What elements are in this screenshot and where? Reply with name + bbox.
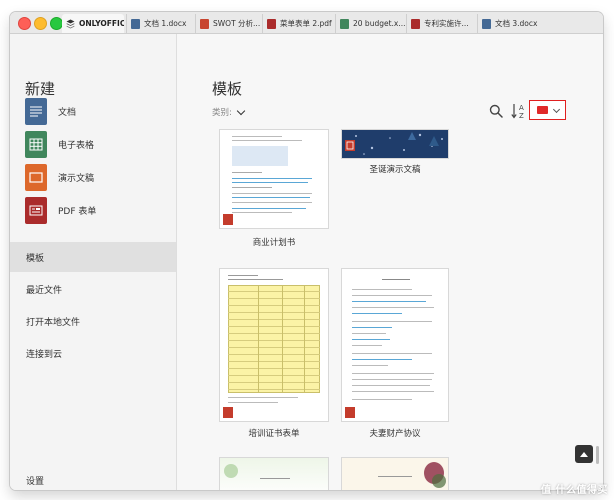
create-title: 新建 — [25, 80, 56, 98]
create-item-label: PDF 表单 — [58, 207, 97, 217]
tab-label: 文档 1.docx — [144, 19, 187, 28]
spreadsheet-icon — [25, 131, 47, 158]
page-title: 模板 — [212, 80, 243, 98]
scroll-to-top-button[interactable] — [575, 445, 593, 463]
document-icon — [482, 18, 491, 29]
sidebar-item-settings[interactable]: 设置 — [10, 470, 176, 490]
sidebar-item-label: 打开本地文件 — [26, 317, 81, 328]
create-spreadsheet-button[interactable]: 电子表格 — [25, 131, 94, 158]
tab-onlyoffice[interactable]: ONLYOFFICE — [62, 14, 124, 33]
tab-menu-form[interactable]: 菜单表单 2.pdf — [262, 14, 334, 33]
create-presentation-button[interactable]: 演示文稿 — [25, 164, 94, 191]
presentation-icon — [25, 164, 47, 191]
template-badge — [345, 407, 355, 418]
create-item-label: 文档 — [58, 108, 77, 118]
template-thumbnail-floral-invitation[interactable] — [342, 458, 448, 490]
template-thumbnail-business-plan[interactable] — [220, 130, 328, 228]
chevron-down-icon — [236, 106, 246, 115]
svg-text:A: A — [519, 104, 524, 112]
create-document-button[interactable]: 文档 — [25, 98, 76, 125]
app-window: ONLYOFFICE 文档 1.docx SWOT 分析... 菜单表单 2.p… — [10, 12, 603, 490]
pdf-icon — [267, 18, 276, 29]
document-icon — [131, 18, 140, 29]
template-label: 商业计划书 — [252, 238, 296, 248]
sidebar-item-open-local-file[interactable]: 打开本地文件 — [10, 306, 176, 336]
tab-document-1[interactable]: 文档 1.docx — [126, 14, 194, 33]
tab-label: SWOT 分析... — [213, 19, 261, 28]
close-window-button[interactable] — [18, 17, 31, 30]
sidebar-item-label: 最近文件 — [26, 285, 63, 296]
sidebar-item-templates[interactable]: 模板 — [10, 242, 176, 272]
create-pdf-form-button[interactable]: PDF 表单 — [25, 197, 96, 224]
template-thumbnail-floral-card[interactable] — [220, 458, 328, 490]
chevron-down-icon — [552, 105, 560, 113]
scrollbar-thumb[interactable] — [596, 446, 599, 464]
tab-budget[interactable]: 20 budget.x... — [335, 14, 405, 33]
category-label: 类别: — [212, 108, 232, 118]
sort-az-icon[interactable]: A Z — [511, 102, 527, 120]
pdf-form-icon — [25, 197, 47, 224]
document-icon — [25, 98, 47, 125]
template-label: 培训证书表单 — [248, 429, 300, 439]
watermark: 值 什么值得买 — [541, 485, 608, 496]
tab-label: 20 budget.x... — [353, 19, 405, 28]
category-dropdown[interactable]: 类别: — [212, 106, 246, 118]
onlyoffice-logo-icon — [66, 19, 75, 29]
arrow-up-icon — [580, 451, 588, 457]
sidebar: 新建 文档 电子表格 演示文稿 PDF 表单 模板 最近文件 打开本地文件 连接… — [10, 34, 177, 490]
tab-patent[interactable]: 专利实施许... — [406, 14, 476, 33]
template-badge — [223, 214, 233, 225]
create-item-label: 电子表格 — [58, 141, 95, 151]
sidebar-item-connect-cloud[interactable]: 连接到云 — [10, 338, 176, 368]
pdf-icon — [411, 18, 420, 29]
tab-label: 菜单表单 2.pdf — [280, 19, 332, 28]
sidebar-item-label: 连接到云 — [26, 349, 63, 360]
minimize-window-button[interactable] — [34, 17, 47, 30]
spreadsheet-icon — [340, 18, 349, 29]
sidebar-item-recent-files[interactable]: 最近文件 — [10, 274, 176, 304]
template-thumbnail-training-certificate[interactable] — [220, 269, 328, 421]
tab-label: 文档 3.docx — [495, 19, 538, 28]
flag-icon — [536, 106, 548, 114]
template-thumbnail-christmas[interactable] — [342, 130, 448, 158]
create-item-label: 演示文稿 — [58, 174, 95, 184]
tab-document-3[interactable]: 文档 3.docx — [477, 14, 547, 33]
sidebar-item-label: 模板 — [26, 253, 45, 264]
templates-panel: 模板 类别: A Z 商业计划书 圣诞演示文稿 培训证书表单 夫妻财产协议 — [177, 34, 603, 490]
title-bar: ONLYOFFICE 文档 1.docx SWOT 分析... 菜单表单 2.p… — [10, 12, 603, 34]
search-icon[interactable] — [489, 104, 503, 118]
tab-label: ONLYOFFICE — [79, 19, 124, 28]
template-badge — [223, 407, 233, 418]
sidebar-item-label: 设置 — [26, 476, 45, 487]
template-label: 圣诞演示文稿 — [369, 165, 421, 175]
tab-swot[interactable]: SWOT 分析... — [195, 14, 261, 33]
presentation-icon — [200, 18, 209, 29]
svg-text:Z: Z — [519, 112, 524, 120]
tab-label: 专利实施许... — [424, 19, 469, 28]
template-thumbnail-property-agreement[interactable] — [342, 269, 448, 421]
language-selector[interactable] — [529, 100, 566, 120]
template-label: 夫妻财产协议 — [369, 429, 421, 439]
